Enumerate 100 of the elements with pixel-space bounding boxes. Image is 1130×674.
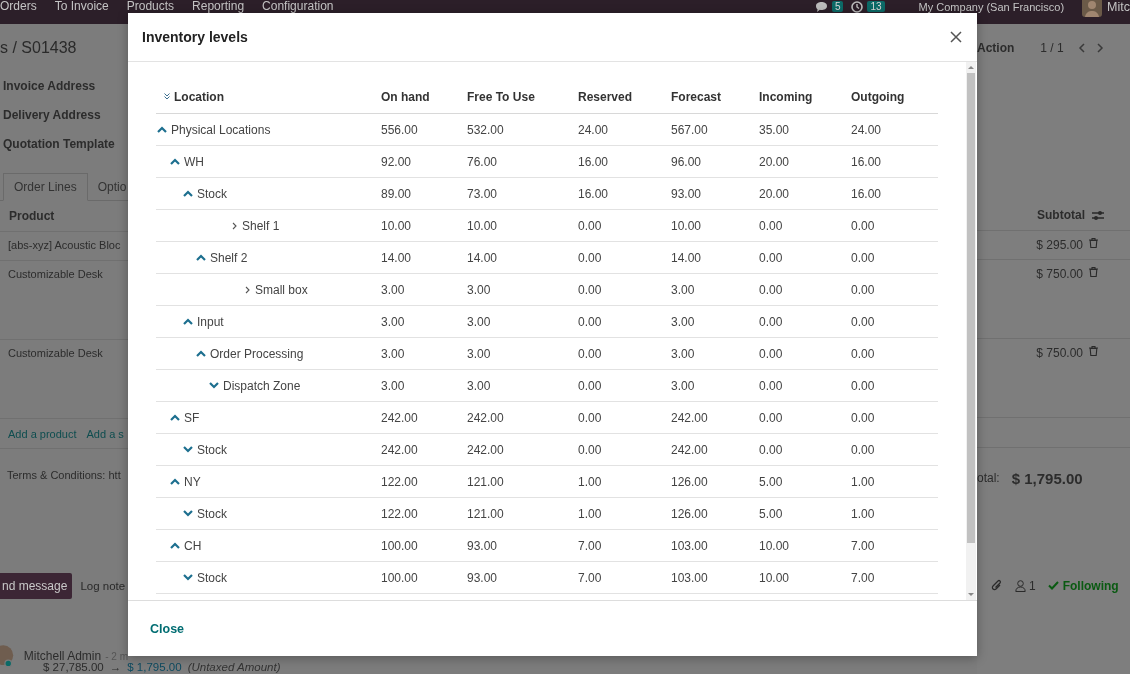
quantity-cell: 20.00 (759, 186, 790, 201)
chevron-up-icon[interactable] (170, 542, 180, 549)
total-amount: $ 1,795.00 (1011, 469, 1083, 487)
message-count-badge: 5 (831, 1, 844, 12)
quantity-cell: 76.00 (467, 154, 498, 169)
quantity-cell: 1.00 (578, 506, 602, 521)
quantity-cell: 242.00 (671, 410, 708, 425)
quantity-cell: 93.00 (467, 570, 498, 585)
log-note-button[interactable]: Log note (72, 573, 134, 598)
close-button[interactable]: Close (142, 617, 193, 640)
previous-icon[interactable] (1077, 42, 1086, 53)
quantity-cell: 93.00 (467, 538, 498, 553)
quantity-cell: 242.00 (381, 442, 418, 457)
user-name[interactable]: Mitc (1107, 0, 1130, 13)
quantity-cell: 3.00 (381, 378, 405, 393)
next-icon[interactable] (1095, 42, 1104, 53)
column-header[interactable]: Outgoing (851, 89, 905, 104)
quantity-cell: 121.00 (467, 506, 504, 521)
trash-icon[interactable] (1089, 346, 1098, 356)
quantity-cell: 103.00 (671, 570, 708, 585)
chevron-down-icon[interactable] (183, 510, 193, 517)
chevron-down-icon[interactable] (183, 574, 193, 581)
menu-item[interactable]: Orders (0, 0, 37, 12)
location-cell: Input (197, 314, 224, 329)
location-cell: NY (184, 474, 201, 489)
follower-count[interactable]: 1 (1029, 578, 1036, 593)
quantity-cell: 0.00 (851, 346, 875, 361)
pager: 1 / 1 (1040, 40, 1064, 55)
quantity-cell: 5.00 (759, 506, 783, 521)
menu-item[interactable]: To Invoice (54, 0, 109, 12)
trash-icon[interactable] (1089, 238, 1098, 248)
column-header[interactable]: On hand (381, 89, 430, 104)
chevron-up-icon[interactable] (157, 126, 167, 133)
chevron-down-icon[interactable] (183, 446, 193, 453)
menu-item[interactable]: Reporting (192, 0, 245, 12)
location-cell: Shelf 1 (242, 218, 280, 233)
quantity-cell: 7.00 (851, 538, 875, 553)
chevron-up-icon[interactable] (170, 158, 180, 165)
column-header[interactable]: Free To Use (467, 89, 535, 104)
activity-count-badge: 13 (867, 1, 885, 12)
location-cell: SF (184, 410, 200, 425)
quantity-cell: 0.00 (851, 378, 875, 393)
quantity-cell: 0.00 (851, 218, 875, 233)
chevron-right-icon[interactable] (245, 285, 250, 294)
send-message-button[interactable]: nd message (0, 572, 73, 599)
column-header[interactable]: Forecast (671, 89, 722, 104)
quantity-cell: 93.00 (671, 186, 702, 201)
quantity-cell: 0.00 (759, 442, 783, 457)
quantity-cell: 1.00 (578, 474, 602, 489)
chevron-down-icon[interactable] (209, 382, 219, 389)
clock-icon[interactable] (851, 0, 864, 13)
chevron-up-icon[interactable] (170, 478, 180, 485)
scrollbar[interactable] (966, 62, 976, 600)
new-value: $ 1,795.00 (127, 661, 182, 673)
quantity-cell: 0.00 (759, 218, 783, 233)
person-icon[interactable] (1015, 579, 1026, 592)
quantity-cell: 3.00 (467, 378, 491, 393)
quantity-cell: 0.00 (851, 442, 875, 457)
quantity-cell: 122.00 (381, 474, 418, 489)
quantity-cell: 242.00 (381, 410, 418, 425)
chevron-up-icon[interactable] (183, 318, 193, 325)
chat-icon[interactable] (814, 0, 828, 13)
field-label: Delivery Address (3, 107, 101, 122)
quantity-cell: 0.00 (851, 282, 875, 297)
sliders-icon[interactable] (1092, 209, 1104, 221)
company-switcher[interactable]: My Company (San Francisco) (918, 0, 1065, 13)
location-cell: Stock (197, 442, 227, 457)
message-author: Mitchell Admin (23, 649, 102, 663)
quantity-cell: 14.00 (467, 250, 498, 265)
sort-icon[interactable] (164, 93, 170, 100)
column-header: Subtotal (1037, 208, 1085, 222)
quantity-cell: 0.00 (578, 250, 602, 265)
quantity-cell: 16.00 (851, 154, 882, 169)
chevron-right-icon[interactable] (232, 221, 237, 230)
chevron-up-icon[interactable] (170, 414, 180, 421)
menu-item[interactable]: Configuration (262, 0, 334, 12)
column-header[interactable]: Incoming (759, 89, 813, 104)
chevron-up-icon[interactable] (196, 254, 206, 261)
trash-icon[interactable] (1089, 267, 1098, 277)
chevron-up-icon[interactable] (183, 190, 193, 197)
quantity-cell: 3.00 (381, 346, 405, 361)
quantity-cell: 20.00 (759, 154, 790, 169)
column-header[interactable]: Location (174, 89, 224, 104)
subtotal-cell: $ 750.00 (1036, 346, 1083, 360)
quantity-cell: 0.00 (759, 250, 783, 265)
column-header[interactable]: Reserved (578, 89, 633, 104)
quantity-cell: 3.00 (467, 314, 491, 329)
quantity-cell: 532.00 (467, 122, 504, 137)
menu-item[interactable]: Products (126, 0, 175, 12)
quantity-cell: 0.00 (851, 250, 875, 265)
avatar-icon[interactable] (1082, 0, 1103, 17)
close-icon[interactable] (950, 31, 962, 43)
terms-text: Terms & Conditions: htt (7, 469, 121, 481)
quantity-cell: 0.00 (759, 282, 783, 297)
action-button[interactable]: Action (977, 40, 1015, 55)
quantity-cell: 10.00 (759, 538, 790, 553)
quantity-cell: 556.00 (381, 122, 418, 137)
chevron-up-icon[interactable] (196, 350, 206, 357)
paperclip-icon[interactable] (991, 578, 1003, 593)
product-cell: [abs-xyz] Acoustic Bloc (8, 239, 121, 251)
